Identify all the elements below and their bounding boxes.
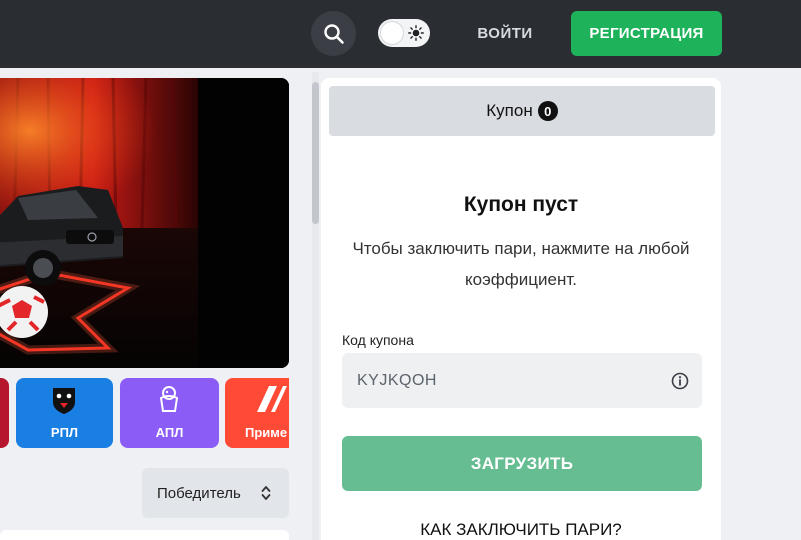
league-tile-partial[interactable] <box>0 378 9 448</box>
scrollbar-thumb[interactable] <box>312 82 319 224</box>
event-card <box>0 530 289 540</box>
toggle-knob <box>381 22 403 44</box>
coupon-code-input[interactable] <box>342 353 702 408</box>
coupon-empty-title: Купон пуст <box>463 193 579 216</box>
coupon-tab-label: Купон <box>486 101 533 120</box>
sort-selected-value: Победитель <box>157 484 241 502</box>
league-label: АПЛ <box>155 425 184 440</box>
bear-crest-icon <box>53 388 75 414</box>
league-label: РПЛ <box>50 425 79 440</box>
sun-icon <box>408 25 424 41</box>
theme-toggle[interactable] <box>378 19 430 47</box>
coupon-code-field[interactable] <box>342 353 702 408</box>
coupon-code-label: Код купона <box>342 332 414 348</box>
how-to-bet-link[interactable]: КАК ЗАКЛЮЧИТЬ ПАРИ? <box>321 520 721 540</box>
register-button[interactable]: РЕГИСТРАЦИЯ <box>571 11 722 56</box>
coupon-tab[interactable]: Купон 0 <box>329 86 715 136</box>
laliga-logo-icon <box>257 386 287 412</box>
league-tile-apl[interactable]: АПЛ <box>120 378 219 448</box>
league-label: Приме <box>245 425 288 440</box>
promo-banner[interactable] <box>0 78 289 368</box>
sort-select[interactable]: Победитель <box>142 468 289 518</box>
search-icon <box>323 23 344 44</box>
coupon-panel: Купон 0 Купон пуст Чтобы заключить пари,… <box>321 78 721 540</box>
info-icon[interactable] <box>671 372 689 390</box>
league-tile-primera[interactable]: Приме <box>225 378 289 448</box>
page-scrollbar[interactable] <box>312 72 319 540</box>
sort-arrows-icon <box>261 486 271 500</box>
search-button[interactable] <box>311 11 356 56</box>
league-tile-rpl[interactable]: РПЛ <box>16 378 113 448</box>
top-bar: ВОЙТИ РЕГИСТРАЦИЯ <box>0 0 801 68</box>
login-button[interactable]: ВОЙТИ <box>466 18 544 48</box>
lion-crest-icon <box>159 386 179 412</box>
coupon-count-badge: 0 <box>537 101 558 121</box>
load-coupon-button[interactable]: ЗАГРУЗИТЬ <box>342 436 702 491</box>
promo-car-image <box>0 78 289 368</box>
coupon-empty-description: Чтобы заключить пари, нажмите на любой к… <box>352 239 690 289</box>
